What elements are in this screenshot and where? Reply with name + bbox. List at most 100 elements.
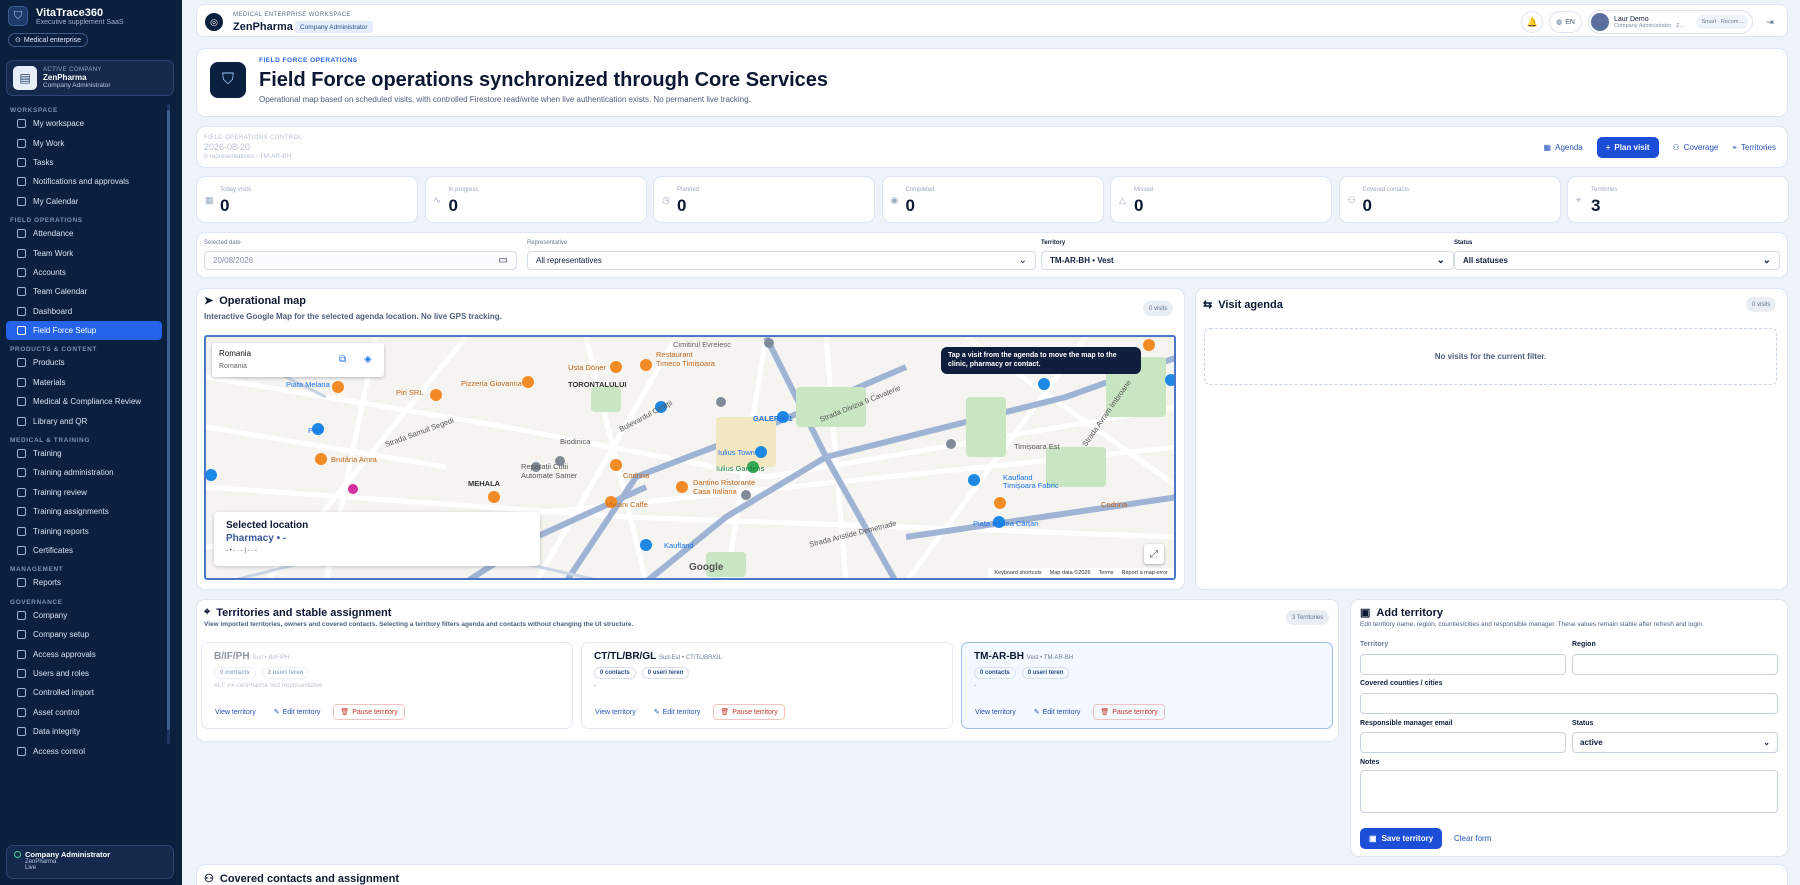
territory-filter-select[interactable]: TM-AR-BH • Vest ⌄ xyxy=(1041,251,1454,270)
sidebar-item-materials[interactable]: Materials xyxy=(6,373,162,392)
territories-button[interactable]: ⌖ Territories xyxy=(1732,143,1776,153)
edit-territory-button[interactable]: ✎ Edit territory xyxy=(1029,704,1086,720)
open-external-icon[interactable]: ⧉ xyxy=(339,354,346,365)
representative-filter-select[interactable]: All representatives ⌄ xyxy=(527,251,1036,270)
sidebar-item-field-force-setup[interactable]: Field Force Setup xyxy=(6,320,162,341)
bell-icon[interactable]: 🔔 xyxy=(1521,11,1544,33)
users-icon: ⚇ xyxy=(1347,195,1356,205)
kpi-card[interactable]: ◉ Completed 0 xyxy=(881,176,1104,223)
representative-filter-label: Representative xyxy=(527,240,568,246)
sidebar-item-notifications-and-approvals[interactable]: Notifications and approvals xyxy=(6,172,162,191)
date-filter-input[interactable]: 20/08/2026 ▭ xyxy=(204,251,517,270)
hero-kicker: FIELD FORCE OPERATIONS xyxy=(259,57,358,64)
pause-territory-button[interactable]: 🗑 Pause territory xyxy=(1093,704,1165,720)
map-label: Cimitirul Evreiesc xyxy=(673,340,731,349)
sidebar-item-reports[interactable]: Reports xyxy=(6,573,162,592)
nav-icon xyxy=(17,578,26,588)
current-role-status: Live xyxy=(25,865,37,871)
nav-icon xyxy=(17,449,26,459)
pause-territory-button[interactable]: 🗑 Pause territory xyxy=(713,704,785,720)
sidebar-item-data-integrity[interactable]: Data integrity xyxy=(6,722,162,741)
place-card[interactable]: Romania Romania ⧉ ◈ xyxy=(212,343,384,377)
sidebar-item-training[interactable]: Training xyxy=(6,444,162,463)
sidebar-item-training-administration[interactable]: Training administration xyxy=(6,463,162,482)
selected-location-card: Selected location Pharmacy • - - • - · -… xyxy=(214,512,540,566)
sidebar-item-access-control[interactable]: Access control xyxy=(6,741,162,760)
status-select[interactable]: active ⌄ xyxy=(1572,732,1778,753)
edit-territory-button[interactable]: ✎ Edit territory xyxy=(269,704,326,720)
nav-icon xyxy=(17,688,26,698)
sidebar-item-my-work[interactable]: My Work xyxy=(6,133,162,152)
language-switcher[interactable]: ◍ EN xyxy=(1549,11,1582,33)
sidebar-item-my-calendar[interactable]: My Calendar xyxy=(6,192,162,211)
counties-input[interactable] xyxy=(1360,693,1778,714)
kpi-card[interactable]: ∿ In progress 0 xyxy=(424,176,647,223)
clear-form-button[interactable]: Clear form xyxy=(1454,828,1491,849)
sidebar-item-company-setup[interactable]: Company setup xyxy=(6,625,162,644)
territory-card[interactable]: B/IF/PH Sud • B/IF/PH 0 contacts 2 useri t… xyxy=(201,642,573,729)
manager-email-input[interactable] xyxy=(1360,732,1566,753)
current-role-card[interactable]: Company Administrator ZenPharma Live xyxy=(6,845,174,879)
sidebar-item-my-workspace[interactable]: My workspace xyxy=(6,114,162,133)
sidebar-scrollbar-thumb[interactable] xyxy=(167,110,170,730)
sidebar-item-training-assignments[interactable]: Training assignments xyxy=(6,502,162,521)
sidebar-item-training-reports[interactable]: Training reports xyxy=(6,521,162,540)
sidebar-item-access-approvals[interactable]: Access approvals xyxy=(6,644,162,663)
notes-textarea[interactable] xyxy=(1360,770,1778,813)
kpi-card[interactable]: ▦ Today visits 0 xyxy=(196,176,418,223)
covered-contacts-title: ⚇ Covered contacts and assignment xyxy=(204,872,399,885)
territory-card[interactable]: TM-AR-BH Vest • TM-AR-BH 0 contacts 0 user… xyxy=(961,642,1333,729)
territory-card[interactable]: CT/TL/BR/GL Sud-Est • CT/TL/BR/GL 0 conta… xyxy=(581,642,953,729)
logout-icon[interactable]: ⇥ xyxy=(1759,11,1781,33)
sidebar-item-company[interactable]: Company xyxy=(6,606,162,625)
kpi-label: In progress xyxy=(448,187,479,193)
view-territory-button[interactable]: View territory xyxy=(590,704,641,720)
sidebar-item-accounts[interactable]: Accounts xyxy=(6,263,162,282)
fullscreen-icon[interactable]: ⤢ xyxy=(1144,544,1164,564)
kpi-label: Today visits xyxy=(220,187,252,193)
sidebar-item-team-calendar[interactable]: Team Calendar xyxy=(6,282,162,301)
view-territory-button[interactable]: View territory xyxy=(210,704,261,720)
sidebar-item-products[interactable]: Products xyxy=(6,353,162,372)
kpi-card[interactable]: △ Missed 0 xyxy=(1110,176,1332,223)
kpi-card[interactable]: ⚇ Covered contacts 0 xyxy=(1338,176,1561,223)
sidebar-item-certificates[interactable]: Certificates xyxy=(6,541,162,560)
coverage-button[interactable]: ⚇ Coverage xyxy=(1673,143,1719,152)
sidebar-scrollbar[interactable] xyxy=(167,104,170,744)
status-filter-value: All statuses xyxy=(1463,256,1508,265)
kpi-card[interactable]: ◷ Planned 0 xyxy=(653,176,875,223)
edit-territory-button[interactable]: ✎ Edit territory xyxy=(649,704,706,720)
territory-input[interactable] xyxy=(1360,654,1566,675)
brand[interactable]: ⛉ VitaTrace360 Executive supplement SaaS xyxy=(8,6,124,26)
sidebar-item-team-work[interactable]: Team Work xyxy=(6,243,162,262)
terms-link[interactable]: Terms xyxy=(1099,570,1114,576)
directions-icon[interactable]: ◈ xyxy=(364,354,372,365)
sidebar-item-controlled-import[interactable]: Controlled import xyxy=(6,683,162,702)
nav-icon xyxy=(17,287,26,297)
status-filter-select[interactable]: All statuses ⌄ xyxy=(1454,251,1780,270)
sidebar-item-asset-control[interactable]: Asset control xyxy=(6,703,162,722)
save-territory-button[interactable]: ▣ Save territory xyxy=(1360,828,1443,849)
kpi-card[interactable]: ⌖ Territories 3 xyxy=(1567,176,1789,223)
sidebar-item-attendance[interactable]: Attendance xyxy=(6,224,162,243)
google-map[interactable]: Cimitirul Evreiesc Usta Döner Restaurant… xyxy=(204,335,1176,580)
user-menu[interactable]: Laur Demo Company Administrator · Z... S… xyxy=(1588,10,1753,34)
sidebar-item-training-review[interactable]: Training review xyxy=(6,483,162,502)
sidebar-item-medical-compliance-review[interactable]: Medical & Compliance Review xyxy=(6,392,162,411)
sidebar-item-users-and-roles[interactable]: Users and roles xyxy=(6,664,162,683)
sidebar-item-library-and-qr[interactable]: Library and QR xyxy=(6,411,162,430)
active-company-switcher[interactable]: ▤ ACTIVE COMPANY ZenPharma Company Admin… xyxy=(6,60,174,96)
pause-territory-button[interactable]: 🗑 Pause territory xyxy=(333,704,405,720)
map-label: Profi xyxy=(308,426,324,435)
keyboard-shortcuts-link[interactable]: Keyboard shortcuts xyxy=(994,570,1041,576)
report-error-link[interactable]: Report a map error xyxy=(1122,570,1168,576)
sidebar-item-tasks[interactable]: Tasks xyxy=(6,153,162,172)
region-input[interactable] xyxy=(1572,654,1778,675)
agenda-button[interactable]: ▦ Agenda xyxy=(1544,143,1583,152)
plan-visit-button[interactable]: + Plan visit xyxy=(1596,137,1659,158)
map-label: Piata Melana xyxy=(286,380,331,389)
place-subtitle: Romania xyxy=(219,363,248,370)
view-territory-button[interactable]: View territory xyxy=(970,704,1021,720)
sidebar-item-dashboard[interactable]: Dashboard xyxy=(6,302,162,321)
map-label: Usta Döner xyxy=(568,363,606,372)
